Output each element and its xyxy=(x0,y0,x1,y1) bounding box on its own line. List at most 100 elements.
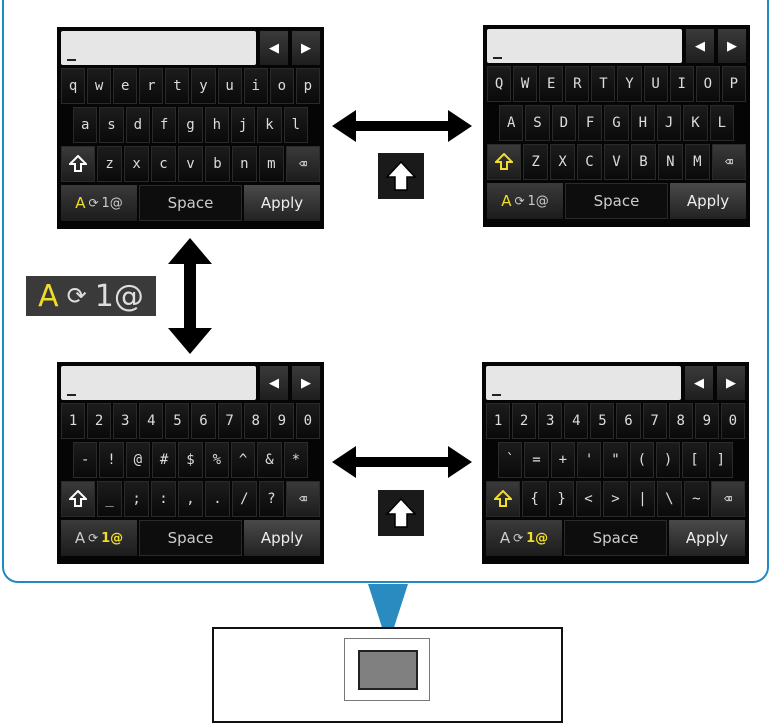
key[interactable]: P xyxy=(721,66,746,102)
key[interactable]: i xyxy=(243,68,268,104)
key[interactable]: : xyxy=(151,481,176,517)
key[interactable]: $ xyxy=(178,442,203,478)
key[interactable]: l xyxy=(283,107,308,143)
key[interactable]: 2 xyxy=(87,403,112,439)
cursor-right-button[interactable]: ▶ xyxy=(717,366,745,400)
key[interactable]: M xyxy=(684,144,710,180)
key[interactable]: T xyxy=(591,66,616,102)
key[interactable]: D xyxy=(551,105,576,141)
key[interactable]: 6 xyxy=(616,403,641,439)
key[interactable]: 1 xyxy=(61,403,86,439)
key[interactable]: ) xyxy=(655,442,681,478)
key[interactable]: . xyxy=(204,481,230,517)
key[interactable]: I xyxy=(669,66,694,102)
key[interactable]: e xyxy=(113,68,138,104)
apply-button[interactable]: Apply xyxy=(670,183,746,219)
mode-toggle-button[interactable]: A ⟳ 1@ xyxy=(61,185,137,221)
cursor-left-button[interactable]: ◀ xyxy=(686,29,714,63)
key[interactable]: g xyxy=(178,107,203,143)
key[interactable]: L xyxy=(709,105,734,141)
key[interactable]: } xyxy=(549,481,575,517)
key[interactable]: b xyxy=(204,146,230,182)
key[interactable]: H xyxy=(630,105,655,141)
key[interactable]: p xyxy=(295,68,320,104)
key[interactable]: 5 xyxy=(590,403,615,439)
key[interactable]: - xyxy=(73,442,98,478)
key[interactable]: 3 xyxy=(538,403,563,439)
key[interactable]: 2 xyxy=(512,403,537,439)
key[interactable]: Q xyxy=(487,66,512,102)
key[interactable]: 1 xyxy=(486,403,511,439)
apply-button[interactable]: Apply xyxy=(244,185,320,221)
backspace-key[interactable]: ⌫ xyxy=(711,144,746,180)
key[interactable]: v xyxy=(178,146,203,182)
key[interactable]: , xyxy=(178,481,203,517)
mode-toggle-button[interactable]: A ⟳ 1@ xyxy=(61,520,137,556)
cursor-right-button[interactable]: ▶ xyxy=(292,31,320,65)
key[interactable]: 7 xyxy=(217,403,242,439)
key[interactable]: o xyxy=(269,68,294,104)
mode-toggle-button[interactable]: A ⟳ 1@ xyxy=(486,520,562,556)
backspace-key[interactable]: ⌫ xyxy=(285,481,320,517)
key[interactable]: ] xyxy=(708,442,733,478)
key[interactable]: E xyxy=(539,66,564,102)
key[interactable]: + xyxy=(550,442,575,478)
apply-button[interactable]: Apply xyxy=(669,520,745,556)
key[interactable]: h xyxy=(204,107,229,143)
cursor-right-button[interactable]: ▶ xyxy=(292,366,320,400)
key[interactable]: > xyxy=(603,481,628,517)
key[interactable]: _ xyxy=(97,481,123,517)
key[interactable]: k xyxy=(257,107,282,143)
key[interactable]: 4 xyxy=(139,403,164,439)
space-button[interactable]: Space xyxy=(139,520,242,556)
key[interactable]: N xyxy=(657,144,683,180)
key[interactable]: S xyxy=(525,105,550,141)
key[interactable]: < xyxy=(576,481,601,517)
key[interactable]: X xyxy=(550,144,576,180)
key[interactable]: A xyxy=(499,105,524,141)
key[interactable]: { xyxy=(522,481,548,517)
key[interactable]: C xyxy=(577,144,602,180)
key[interactable]: J xyxy=(656,105,682,141)
key[interactable]: ` xyxy=(498,442,523,478)
key[interactable]: r xyxy=(139,68,164,104)
text-input[interactable] xyxy=(487,29,682,63)
apply-button[interactable]: Apply xyxy=(244,520,320,556)
text-input[interactable] xyxy=(486,366,681,400)
key[interactable]: 5 xyxy=(165,403,190,439)
backspace-key[interactable]: ⌫ xyxy=(285,146,320,182)
key[interactable]: # xyxy=(151,442,177,478)
key[interactable]: y xyxy=(191,68,216,104)
key[interactable]: W xyxy=(513,66,538,102)
key[interactable]: 8 xyxy=(243,403,268,439)
shift-key[interactable] xyxy=(487,144,522,180)
text-input[interactable] xyxy=(61,31,256,65)
key[interactable]: 6 xyxy=(191,403,216,439)
key[interactable]: q xyxy=(61,68,86,104)
key[interactable]: O xyxy=(695,66,720,102)
cursor-left-button[interactable]: ◀ xyxy=(260,31,288,65)
mode-toggle-button[interactable]: A ⟳ 1@ xyxy=(487,183,563,219)
key[interactable]: @ xyxy=(125,442,150,478)
key[interactable]: U xyxy=(643,66,668,102)
key[interactable]: n xyxy=(231,146,257,182)
space-button[interactable]: Space xyxy=(139,185,242,221)
key[interactable]: 8 xyxy=(668,403,693,439)
key[interactable]: z xyxy=(97,146,123,182)
key[interactable]: ~ xyxy=(683,481,709,517)
key[interactable]: = xyxy=(524,442,549,478)
key[interactable]: Z xyxy=(523,144,549,180)
key[interactable]: s xyxy=(99,107,124,143)
key[interactable]: [ xyxy=(682,442,707,478)
key[interactable]: ? xyxy=(258,481,284,517)
text-input[interactable] xyxy=(61,366,256,400)
key[interactable]: R xyxy=(565,66,590,102)
key[interactable]: 0 xyxy=(720,403,745,439)
key[interactable]: % xyxy=(204,442,229,478)
key[interactable]: j xyxy=(230,107,256,143)
key[interactable]: K xyxy=(683,105,708,141)
key[interactable]: \ xyxy=(656,481,682,517)
backspace-key[interactable]: ⌫ xyxy=(710,481,745,517)
key[interactable]: " xyxy=(603,442,628,478)
key[interactable]: x xyxy=(124,146,150,182)
